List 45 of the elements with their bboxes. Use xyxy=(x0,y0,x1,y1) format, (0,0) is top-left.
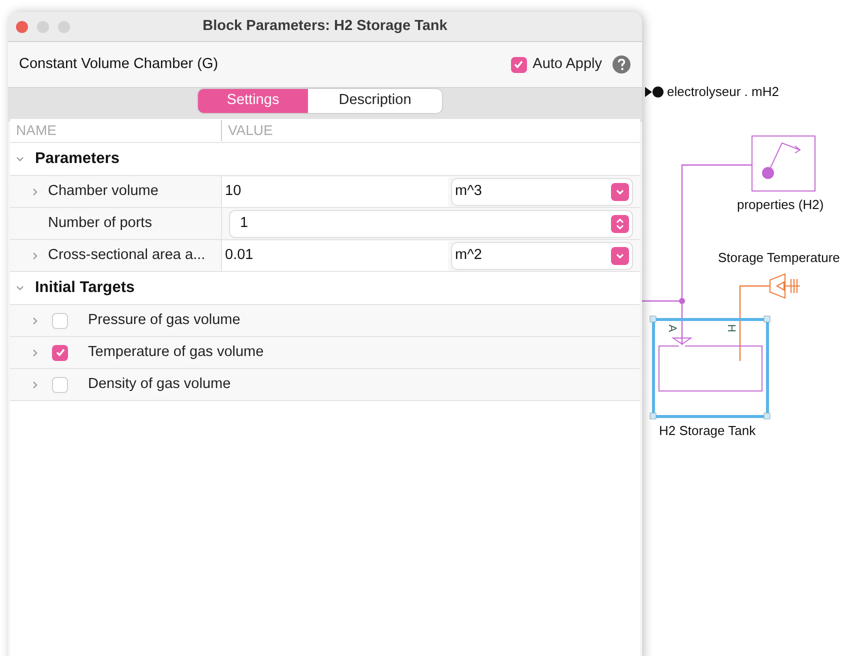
section-title: Parameters xyxy=(35,149,120,170)
temperature-source-block[interactable] xyxy=(769,273,801,299)
target-label: Pressure of gas volume xyxy=(88,310,240,330)
chevron-right-icon[interactable] xyxy=(30,316,40,326)
signal-port-icon xyxy=(645,86,665,98)
chevron-right-icon[interactable] xyxy=(30,186,40,196)
number-stepper[interactable]: 1 xyxy=(230,210,632,236)
parameter-name: Cross-sectional area a... xyxy=(48,246,206,265)
close-icon[interactable] xyxy=(16,21,28,33)
chevron-down-icon[interactable] xyxy=(15,283,25,293)
tab[interactable]: Description xyxy=(308,89,442,113)
block-label: Storage Temperature xyxy=(718,249,840,267)
target-label: Density of gas volume xyxy=(88,374,231,394)
window-title: Block Parameters: H2 Storage Tank xyxy=(202,16,448,36)
value-field[interactable]: 0.01 xyxy=(222,240,448,270)
unit-dropdown[interactable]: m^2 xyxy=(452,242,632,268)
block-type-label: Constant Volume Chamber (G) xyxy=(19,54,218,74)
signal-label: electrolyseur . mH2 xyxy=(667,83,779,101)
chevron-right-icon[interactable] xyxy=(30,250,40,260)
unit-dropdown[interactable]: m^3 xyxy=(452,178,632,204)
block-label: properties (H2) xyxy=(737,196,824,214)
column-header: NAME xyxy=(10,120,222,141)
checkbox[interactable] xyxy=(510,56,527,72)
port-label: A xyxy=(664,324,679,332)
checkbox[interactable] xyxy=(52,344,68,360)
help-icon[interactable] xyxy=(612,55,631,74)
chevron-right-icon[interactable] xyxy=(30,348,40,358)
checkmark-icon xyxy=(54,347,66,358)
chevron-right-icon[interactable] xyxy=(30,380,40,390)
checkbox[interactable] xyxy=(52,312,68,328)
chevron-down-icon[interactable] xyxy=(15,154,25,164)
checkmark-icon xyxy=(513,59,524,70)
target-label: Temperature of gas volume xyxy=(88,342,264,362)
parameter-name: Number of ports xyxy=(48,214,152,233)
auto-apply-label[interactable]: Auto Apply xyxy=(532,54,602,76)
properties-block[interactable] xyxy=(752,136,816,192)
section-title: Initial Targets xyxy=(35,278,135,298)
value-field[interactable]: 10 xyxy=(222,176,448,206)
chamber-block[interactable] xyxy=(650,316,770,420)
column-header: VALUE xyxy=(227,121,273,140)
parameter-name: Chamber volume xyxy=(48,182,158,201)
checkbox[interactable] xyxy=(52,376,68,392)
block-label: H2 Storage Tank xyxy=(659,422,756,440)
port-label: H xyxy=(724,324,738,332)
up-down-icon xyxy=(615,218,625,230)
